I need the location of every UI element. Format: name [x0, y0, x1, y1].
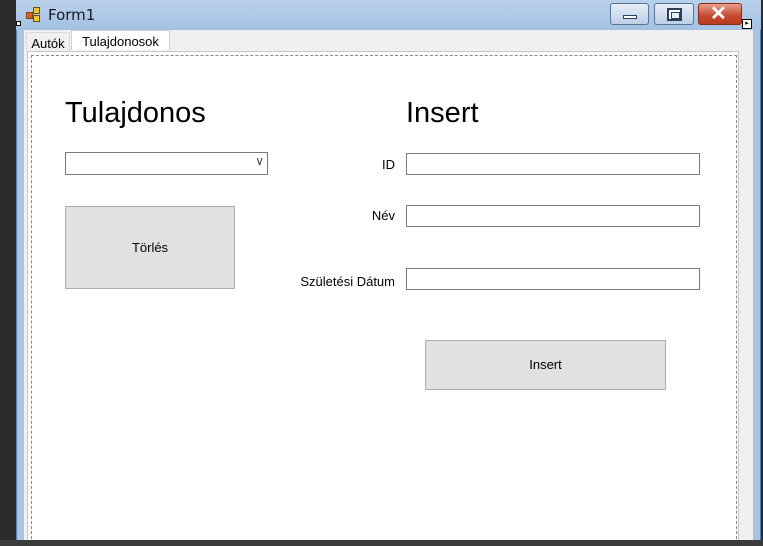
- taskbar-strip: [0, 540, 763, 546]
- close-button[interactable]: ✕: [698, 3, 742, 25]
- title-bar[interactable]: Form1 ✕ ▸: [16, 0, 761, 30]
- close-icon: ✕: [710, 3, 727, 25]
- birth-date-input[interactable]: [406, 268, 700, 290]
- tab-tulajdonosok-label: Tulajdonosok: [82, 34, 159, 49]
- tab-tulajdonosok[interactable]: Tulajdonosok: [71, 30, 170, 50]
- minimize-button[interactable]: [610, 3, 649, 25]
- tab-autok-label: Autók: [31, 36, 65, 51]
- delete-button[interactable]: Törlés: [65, 206, 235, 289]
- owner-combobox[interactable]: ∨: [65, 152, 268, 175]
- owner-heading: Tulajdonos: [65, 97, 206, 129]
- form-client-area: Autók Tulajdonosok Tulajdonos ∨ Törlés I…: [24, 30, 753, 546]
- maximize-icon: [667, 8, 682, 21]
- birth-date-label: Születési Dátum: [300, 274, 395, 289]
- tab-page-tulajdonosok: Tulajdonos ∨ Törlés Insert ID Név Szület…: [27, 51, 739, 546]
- form-window: Form1 ✕ ▸ Autók Tulajdonosok Tulajdonos …: [16, 0, 761, 546]
- insert-button[interactable]: Insert: [425, 340, 666, 390]
- minimize-icon: [623, 15, 637, 19]
- id-label: ID: [382, 157, 395, 172]
- tab-autok[interactable]: Autók: [26, 32, 70, 51]
- window-title: Form1: [48, 6, 96, 24]
- insert-heading: Insert: [406, 97, 479, 129]
- designer-grip-icon[interactable]: ▸: [742, 19, 752, 29]
- selection-handle-left[interactable]: [16, 21, 21, 26]
- id-input[interactable]: [406, 153, 700, 175]
- maximize-button[interactable]: [654, 3, 694, 25]
- app-icon: [26, 7, 42, 23]
- chevron-down-icon[interactable]: ∨: [255, 154, 264, 168]
- name-input[interactable]: [406, 205, 700, 227]
- name-label: Név: [371, 208, 395, 223]
